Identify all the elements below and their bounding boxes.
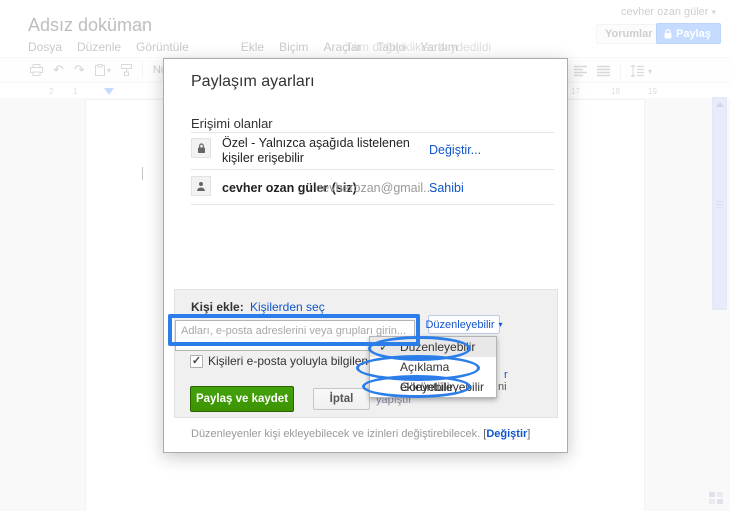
menu-item-can-comment[interactable]: Açıklama ekleyebilir [370,357,496,394]
owner-role-link[interactable]: Sahibi [429,181,464,195]
menu-item-can-edit[interactable]: ✓ Düzenleyebilir [370,337,496,357]
permission-dropdown-button[interactable]: Düzenleyebilir ▾ [425,315,503,334]
change-visibility-link[interactable]: Değiştir... [429,143,481,157]
person-glyph [197,182,205,191]
share-and-save-button[interactable]: Paylaş ve kaydet [190,386,294,412]
owner-email: cevherozan@gmail.... [316,181,438,195]
cancel-button[interactable]: İptal [313,388,370,410]
permission-menu: ✓ Düzenleyebilir Açıklama ekleyebilir Gö… [369,336,497,398]
notify-checkbox[interactable]: ✓ [190,354,203,368]
change-editor-permissions-link[interactable]: Değiştir [486,428,527,440]
dialog-title: Paylaşım ayarları [191,73,315,90]
visibility-text: Özel - Yalnızca aşağıda listelenen kişil… [222,136,410,165]
chevron-down-icon: ▾ [498,320,503,329]
editors-permission-note: Düzenleyenler kişi ekleyebilecek ve izin… [191,428,531,440]
divider [191,204,554,205]
menu-item-can-view[interactable]: Görüntüleyebilir [370,377,496,397]
divider [191,169,554,170]
check-icon: ✓ [379,340,390,354]
lock-icon [191,138,211,158]
choose-from-contacts-link[interactable]: Kişilerden seç [250,300,325,314]
obscured-text-fragment: ni [498,381,507,393]
obscured-text-fragment: r [504,369,508,381]
person-icon [191,176,211,196]
notify-label: Kişileri e-posta yoluyla bilgilendir - [208,354,389,368]
divider [191,132,554,133]
sharing-settings-dialog: Paylaşım ayarları Erişimi olanlar Özel -… [163,58,568,453]
lock-glyph [197,142,205,153]
who-has-access-heading: Erişimi olanlar [191,116,273,131]
add-people-label: Kişi ekle: [191,300,244,314]
